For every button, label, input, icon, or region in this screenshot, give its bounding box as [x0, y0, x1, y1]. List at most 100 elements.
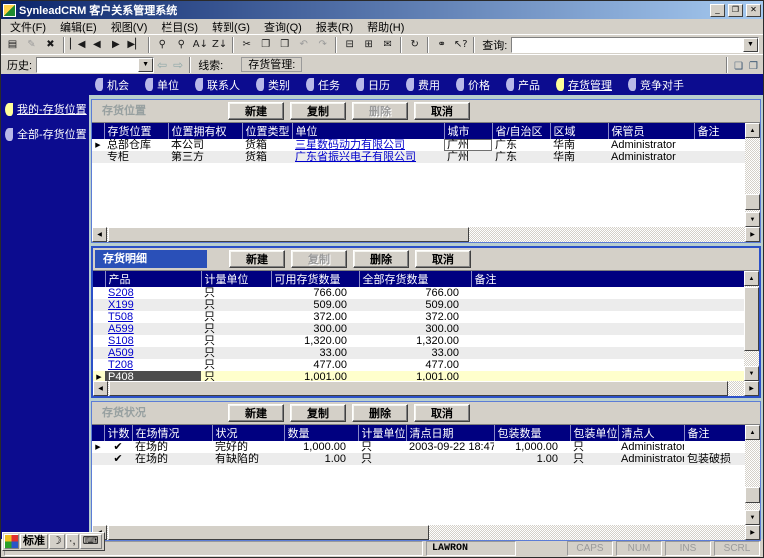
- column-header[interactable]: 备注: [470, 271, 744, 287]
- column-header[interactable]: 清点人: [617, 425, 684, 441]
- sort-desc-icon[interactable]: Z↓: [210, 36, 229, 53]
- scroll-left-icon[interactable]: ◀: [92, 227, 107, 242]
- cell[interactable]: 300.00: [271, 323, 359, 335]
- restore-button[interactable]: ❐: [728, 3, 743, 17]
- ime-mode-button[interactable]: 标准: [20, 534, 48, 549]
- column-header[interactable]: 计数: [103, 425, 132, 441]
- cell[interactable]: Administrator: [618, 441, 684, 453]
- cell[interactable]: [471, 299, 744, 311]
- panel-button-新建[interactable]: 新建: [228, 404, 284, 422]
- cell[interactable]: 广东: [492, 151, 550, 163]
- panel-button-取消[interactable]: 取消: [414, 102, 470, 120]
- cell[interactable]: 只: [201, 335, 271, 347]
- cell[interactable]: 只: [201, 311, 271, 323]
- next-record-icon[interactable]: ▶: [106, 36, 125, 53]
- tab-联系人[interactable]: 联系人: [195, 77, 240, 93]
- menu-item[interactable]: 帮助(H): [360, 19, 411, 35]
- cell[interactable]: Administrator: [608, 151, 694, 163]
- cell[interactable]: 只: [201, 299, 271, 311]
- cell[interactable]: 在场的: [132, 453, 212, 465]
- scroll-up-icon[interactable]: ▲: [745, 123, 760, 138]
- refresh-icon[interactable]: ↻: [405, 36, 424, 53]
- tab-机会[interactable]: 机会: [95, 77, 129, 93]
- cell-link[interactable]: 广东省振兴电子有限公司: [292, 151, 444, 163]
- advanced-search-icon[interactable]: ⚲: [172, 36, 191, 53]
- column-header[interactable]: 计量单位: [200, 271, 271, 287]
- cell[interactable]: [471, 359, 744, 371]
- sort-asc-icon[interactable]: A↓: [191, 36, 210, 53]
- minimize-button[interactable]: _: [710, 3, 725, 17]
- column-header[interactable]: 位置类型: [241, 123, 292, 139]
- column-header[interactable]: 备注: [693, 123, 745, 139]
- history-dropdown-icon[interactable]: ▼: [138, 57, 154, 72]
- scroll-down-icon[interactable]: ▼: [745, 212, 760, 227]
- column-header[interactable]: 备注: [683, 425, 745, 441]
- menu-item[interactable]: 视图(V): [104, 19, 155, 35]
- scrollbar-thumb[interactable]: [745, 193, 760, 210]
- tab-日历[interactable]: 日历: [356, 77, 390, 93]
- column-header[interactable]: 省/自治区: [491, 123, 550, 139]
- cell-link[interactable]: T208: [105, 359, 201, 371]
- cell[interactable]: 1,320.00: [359, 335, 471, 347]
- panel-button-删除[interactable]: 删除: [352, 404, 408, 422]
- cell[interactable]: 只: [201, 371, 271, 381]
- menu-item[interactable]: 报表(R): [309, 19, 360, 35]
- cell-link[interactable]: S108: [105, 335, 201, 347]
- cell-link[interactable]: 三星数码动力有限公司: [292, 139, 444, 151]
- cell[interactable]: 有缺陷的: [212, 453, 284, 465]
- cell[interactable]: 477.00: [271, 359, 359, 371]
- cell[interactable]: 33.00: [359, 347, 471, 359]
- column-header[interactable]: 区域: [549, 123, 608, 139]
- cell[interactable]: 只: [201, 347, 271, 359]
- cell[interactable]: 只: [201, 287, 271, 299]
- ime-keyboard-icon[interactable]: ⌨: [79, 534, 102, 549]
- scrollbar-thumb[interactable]: [745, 487, 760, 503]
- cell[interactable]: [406, 453, 494, 465]
- cell[interactable]: 1,000.00: [494, 441, 570, 453]
- contact-card-icon[interactable]: ❏: [731, 61, 746, 72]
- cell[interactable]: 1,000.00: [284, 441, 358, 453]
- cell[interactable]: Administrator: [618, 453, 684, 465]
- cell[interactable]: [471, 287, 744, 299]
- cell[interactable]: [471, 311, 744, 323]
- ime-punctuation-icon[interactable]: ·,: [65, 534, 79, 549]
- cell[interactable]: 372.00: [271, 311, 359, 323]
- cell[interactable]: 33.00: [271, 347, 359, 359]
- export-icon[interactable]: ⊞: [359, 36, 378, 53]
- panel-button-取消[interactable]: 取消: [414, 404, 470, 422]
- cell[interactable]: [471, 347, 744, 359]
- back-icon[interactable]: ⇦: [154, 58, 170, 72]
- paste-icon[interactable]: ❒: [275, 36, 294, 53]
- ime-logo-icon[interactable]: [4, 534, 19, 549]
- column-header[interactable]: 可用存货数量: [270, 271, 359, 287]
- cell[interactable]: 509.00: [359, 299, 471, 311]
- horizontal-scrollbar[interactable]: ◀ ▶: [92, 227, 760, 242]
- column-header[interactable]: 包装数量: [493, 425, 570, 441]
- tab-竞争对手[interactable]: 竞争对手: [628, 77, 684, 93]
- cell[interactable]: 只: [570, 441, 618, 453]
- cell[interactable]: 766.00: [359, 287, 471, 299]
- cell-link[interactable]: A509: [105, 347, 201, 359]
- tab-任务[interactable]: 任务: [306, 77, 340, 93]
- forward-icon[interactable]: ⇨: [170, 58, 186, 72]
- cell[interactable]: [471, 335, 744, 347]
- cell-link[interactable]: T508: [105, 311, 201, 323]
- cell[interactable]: 1,320.00: [271, 335, 359, 347]
- cell[interactable]: 货箱: [242, 151, 292, 163]
- scroll-down-icon[interactable]: ▼: [745, 510, 760, 525]
- cell[interactable]: 477.00: [359, 359, 471, 371]
- horizontal-scrollbar[interactable]: ◀ ▶: [92, 525, 760, 540]
- menu-item[interactable]: 栏目(S): [154, 19, 205, 35]
- delete-record-icon[interactable]: ✖: [41, 36, 60, 53]
- panel-button-删除[interactable]: 删除: [353, 250, 409, 268]
- search-icon[interactable]: ⚲: [153, 36, 172, 53]
- column-header[interactable]: 计量单位: [357, 425, 406, 441]
- tab-存货管理[interactable]: 存货管理: [556, 77, 612, 93]
- cell[interactable]: 只: [570, 453, 618, 465]
- help-pointer-icon[interactable]: ↖?: [451, 36, 470, 53]
- column-header[interactable]: 全部存货数量: [358, 271, 471, 287]
- cell[interactable]: 1,001.00: [271, 371, 359, 381]
- menu-item[interactable]: 查询(Q): [257, 19, 309, 35]
- mail-icon[interactable]: ✉: [378, 36, 397, 53]
- tab-价格[interactable]: 价格: [456, 77, 490, 93]
